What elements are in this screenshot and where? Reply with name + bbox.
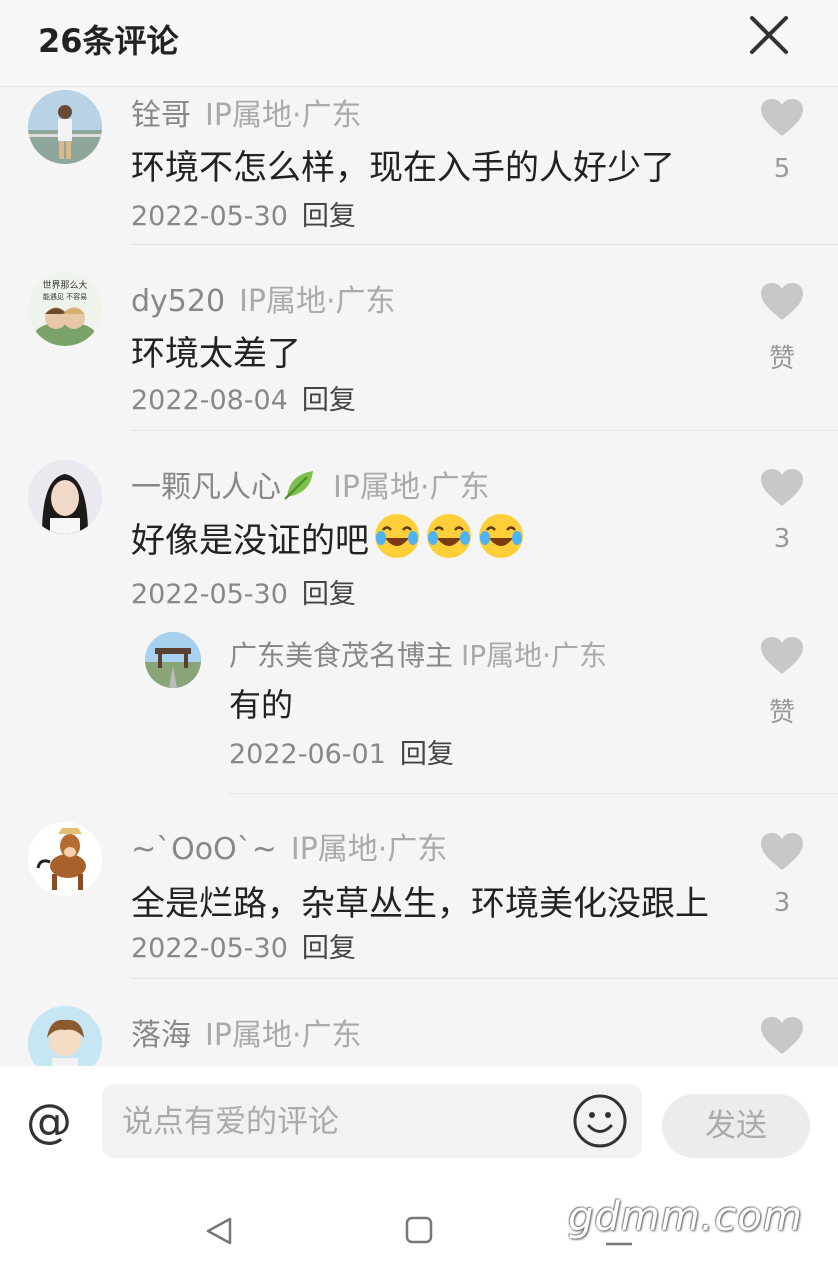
divider (229, 793, 838, 794)
ip-location: IP属地·广东 (461, 639, 608, 672)
comment-text: 全是烂路，杂草丛生，环境美化没跟上 (131, 884, 709, 924)
username[interactable]: 铨哥 (131, 98, 191, 133)
watermark-text: gdmm.com (568, 1194, 803, 1240)
heart-icon (761, 283, 803, 320)
like-button[interactable]: 赞 (752, 636, 812, 729)
reply-button[interactable]: 回复 (302, 201, 356, 232)
avatar[interactable] (145, 632, 201, 688)
avatar[interactable]: 世界那么大 能遇见 不容易 (28, 272, 102, 346)
comment-text: 有的 (229, 686, 294, 724)
comment-text: 环境太差了 (131, 334, 301, 374)
username[interactable]: 落海 (131, 1018, 191, 1053)
username[interactable]: 一颗凡人心 (131, 470, 281, 505)
avatar[interactable] (28, 90, 102, 164)
close-icon[interactable] (748, 14, 790, 56)
username[interactable]: ~`OoO`~ (131, 832, 277, 867)
comment-date: 2022-08-04 (131, 385, 288, 416)
reply-button[interactable]: 回复 (302, 385, 356, 416)
comment-date: 2022-05-30 (131, 201, 288, 232)
like-count: 3 (773, 888, 791, 918)
divider (131, 430, 838, 431)
comment-count-title: 26条评论 (38, 22, 179, 60)
comment-input[interactable] (120, 1084, 564, 1160)
heart-icon (761, 833, 803, 870)
svg-text:世界那么大: 世界那么大 (42, 279, 87, 291)
comment-date: 2022-06-01 (229, 739, 386, 770)
reply-button[interactable]: 回复 (400, 739, 454, 770)
divider (131, 244, 838, 245)
ip-location: IP属地·广东 (205, 1018, 362, 1053)
avatar[interactable] (28, 1006, 102, 1066)
like-count: 赞 (768, 698, 795, 728)
reply-button[interactable]: 回复 (302, 579, 356, 610)
mention-button[interactable]: @ (26, 1094, 72, 1148)
comment-text: 环境不怎么样，现在入手的人好少了 (131, 148, 675, 188)
like-button[interactable]: 3 (752, 468, 812, 554)
like-count: 3 (773, 524, 791, 554)
divider (131, 978, 838, 979)
laugh-cry-emoji-icon (427, 514, 471, 558)
comment-list[interactable]: 铨哥 IP属地·广东 环境不怎么样，现在入手的人好少了 2022-05-30 回复 … (0, 86, 838, 1066)
like-button[interactable]: 5 (752, 98, 812, 184)
comment-text: 好像是没证的吧 (131, 512, 525, 562)
username[interactable]: dy520 (131, 284, 225, 319)
reply-button[interactable]: 回复 (302, 933, 356, 964)
laugh-cry-emoji-icon (375, 514, 419, 558)
heart-icon (761, 99, 803, 136)
avatar[interactable] (28, 822, 102, 896)
square-home-icon[interactable] (404, 1215, 434, 1245)
username[interactable]: 广东美食茂名博主 (229, 639, 453, 672)
avatar[interactable] (28, 460, 102, 534)
like-button[interactable]: 赞 (752, 282, 812, 375)
comment-input-container (102, 1084, 642, 1160)
like-button[interactable]: 3 (752, 832, 812, 918)
smiley-icon[interactable] (572, 1093, 628, 1149)
laugh-cry-emoji-icon (479, 514, 523, 558)
ip-location: IP属地·广东 (205, 98, 362, 133)
comments-header: 26条评论 (0, 0, 838, 87)
triangle-back-icon[interactable] (204, 1216, 234, 1246)
send-button[interactable]: 发送 (662, 1094, 810, 1158)
svg-text:能遇见 不容易: 能遇见 不容易 (43, 292, 87, 301)
ip-location: IP属地·广东 (290, 832, 448, 867)
leaf-emoji-icon (284, 471, 313, 500)
heart-icon (761, 1017, 803, 1054)
ip-location: IP属地·广东 (333, 470, 490, 505)
heart-icon (761, 469, 803, 506)
like-count: 赞 (768, 344, 795, 374)
comment-date: 2022-05-30 (131, 579, 288, 610)
comment-composer: @ 发送 (0, 1066, 838, 1186)
like-button[interactable] (752, 1016, 812, 1056)
ip-location: IP属地·广东 (239, 284, 396, 319)
comment-date: 2022-05-30 (131, 933, 288, 964)
like-count: 5 (773, 154, 791, 184)
heart-icon (761, 637, 803, 674)
